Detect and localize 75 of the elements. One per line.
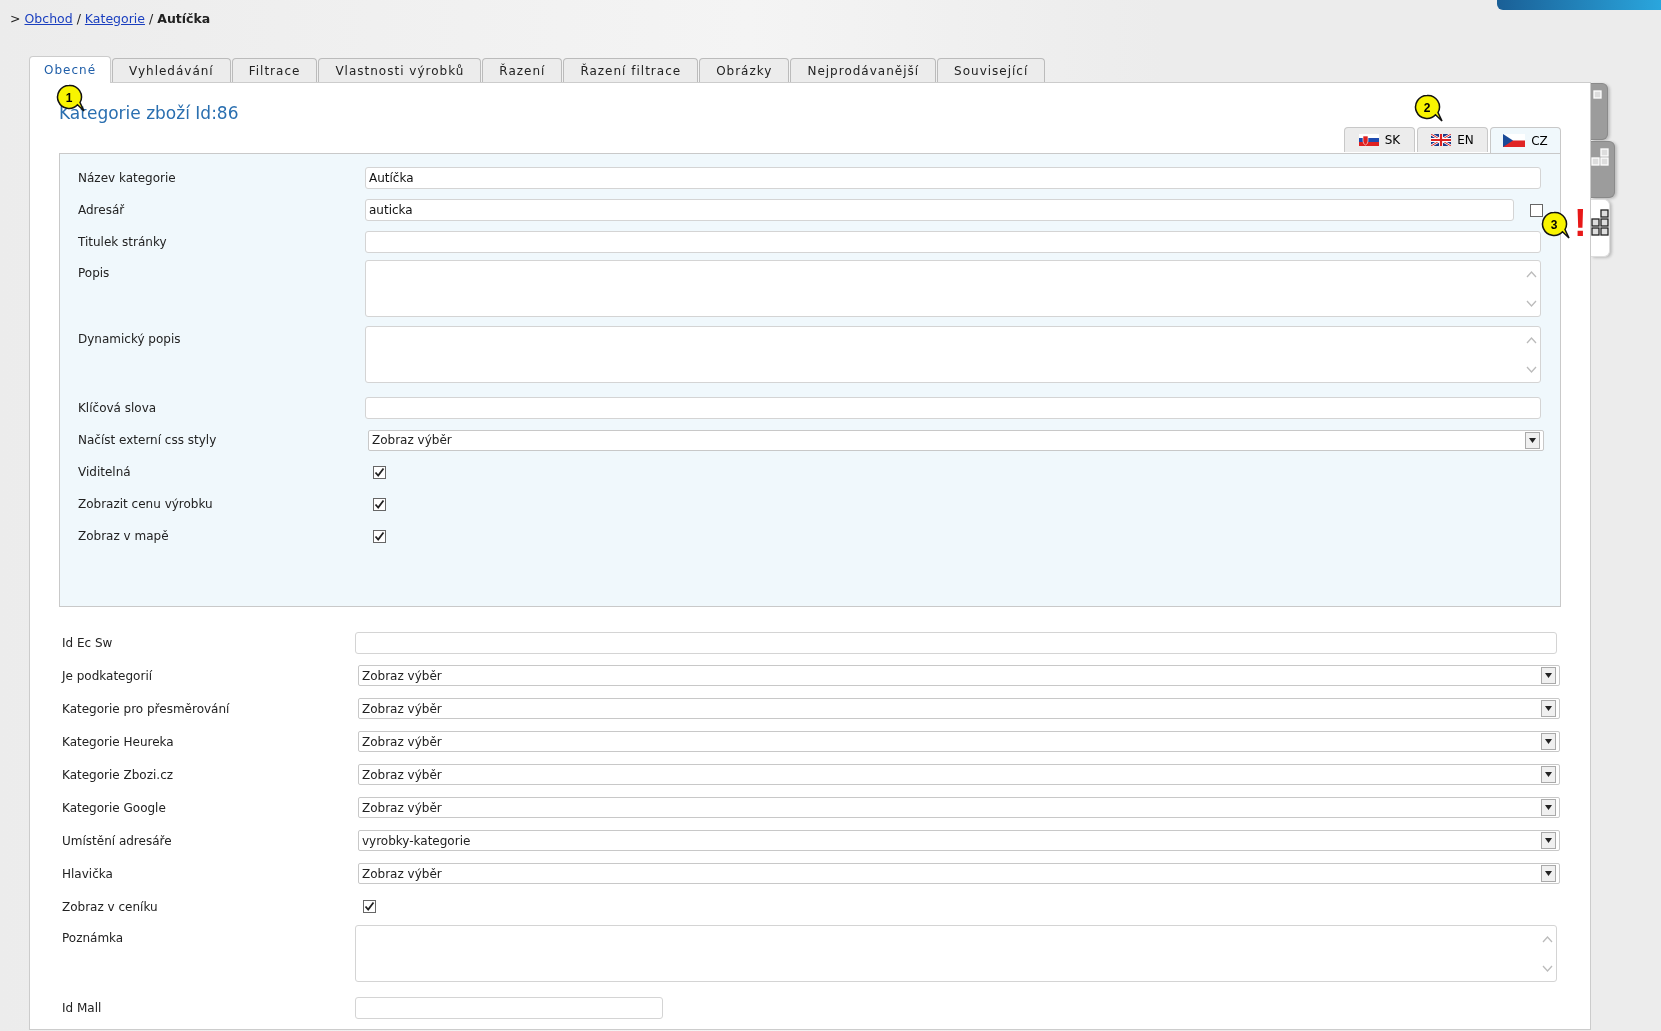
field-label: Načíst externí css styly (78, 432, 218, 449)
tab[interactable]: Vyhledávání (112, 58, 231, 83)
dropdown-field[interactable]: Zobraz výběr (358, 698, 1560, 719)
breadcrumb-separator: / (149, 10, 154, 28)
dropdown-field[interactable]: Zobraz výběr (358, 731, 1560, 752)
tab[interactable]: Nejprodávanější (790, 58, 937, 83)
checkbox[interactable] (1530, 203, 1543, 217)
breadcrumb-separator: / (76, 10, 81, 28)
text-field[interactable] (365, 397, 1541, 419)
dropdown-field[interactable]: Zobraz výběr (358, 863, 1560, 884)
scroll-arrows-icon (1526, 269, 1537, 309)
tab[interactable]: Řazení (482, 58, 563, 83)
field-label: Id Ec Sw (62, 634, 114, 652)
language-tab[interactable]: EN (1417, 127, 1488, 152)
dropdown-field[interactable]: Zobraz výběr (368, 429, 1544, 451)
text-field[interactable] (365, 231, 1541, 253)
tab[interactable]: Související (937, 58, 1046, 83)
language-tab[interactable]: CZ (1490, 127, 1561, 153)
language-tab[interactable]: SK (1344, 127, 1415, 152)
checkbox[interactable] (373, 529, 386, 543)
dropdown-field[interactable]: vyrobky-kategorie (358, 830, 1560, 851)
scroll-arrows-icon (1542, 934, 1553, 974)
field-label: Je podkategorií (62, 667, 154, 685)
field-label: Hlavička (62, 865, 114, 883)
breadcrumb-link[interactable]: Obchod (24, 10, 73, 29)
dropdown-field[interactable]: Zobraz výběr (358, 797, 1560, 818)
field-label: Klíčová slova (78, 400, 158, 417)
field-label: Popis (78, 265, 111, 282)
field-label: Kategorie pro přesměrování (62, 700, 231, 718)
field-label: Adresář (78, 202, 126, 219)
side-tab[interactable] (1591, 83, 1608, 140)
checkbox[interactable] (373, 465, 386, 479)
text-field[interactable] (355, 631, 1557, 654)
field-label: Kategorie Zbozi.cz (62, 766, 175, 784)
breadcrumb-current: Autíčka (157, 10, 211, 28)
textarea-field[interactable] (365, 326, 1541, 383)
text-field[interactable]: Autíčka (365, 167, 1541, 189)
callout-marker: 3 (1541, 211, 1571, 241)
field-label: Kategorie Google (62, 799, 167, 817)
textarea-field[interactable] (365, 260, 1541, 317)
field-label: Název kategorie (78, 170, 177, 187)
squares-icon (1591, 209, 1609, 236)
squares-icon (1591, 90, 1602, 99)
tab[interactable]: Filtrace (231, 58, 318, 83)
field-label: Id Mall (62, 999, 103, 1017)
tab[interactable]: Obrázky (699, 58, 790, 83)
warning-mark: ! (1574, 204, 1587, 242)
checkbox[interactable] (363, 900, 376, 913)
field-label: Poznámka (62, 930, 125, 947)
dropdown-field[interactable]: Zobraz výběr (358, 764, 1560, 785)
field-label: Zobraz v ceníku (62, 898, 159, 916)
field-label: Titulek stránky (78, 234, 168, 251)
flag-icon (1503, 134, 1526, 147)
textarea-field[interactable] (355, 925, 1557, 982)
side-tab[interactable] (1591, 141, 1615, 198)
page-heading: Kategorie zboží Id:86 (59, 102, 239, 125)
text-field[interactable] (355, 996, 663, 1019)
callout-marker: 2 (1414, 94, 1444, 124)
dropdown-field[interactable]: Zobraz výběr (358, 665, 1560, 686)
tab[interactable]: Vlastnosti výrobků (318, 58, 482, 83)
field-label: Zobrazit cenu výrobku (78, 496, 214, 513)
field-label: Dynamický popis (78, 331, 182, 348)
breadcrumb-prefix: > (10, 10, 21, 28)
field-label: Zobraz v mapě (78, 528, 170, 545)
flag-icon (1358, 134, 1379, 146)
scroll-arrows-icon (1526, 335, 1537, 375)
field-label: Kategorie Heureka (62, 733, 175, 751)
text-field[interactable]: auticka (365, 199, 1515, 221)
breadcrumb-link[interactable]: Kategorie (84, 10, 145, 29)
tab[interactable]: Řazení filtrace (563, 58, 699, 83)
checkbox[interactable] (373, 497, 386, 511)
tab[interactable]: Obecné (29, 56, 112, 83)
field-label: Umístění adresáře (62, 832, 173, 850)
field-label: Viditelná (78, 464, 132, 481)
flag-icon (1431, 134, 1452, 146)
